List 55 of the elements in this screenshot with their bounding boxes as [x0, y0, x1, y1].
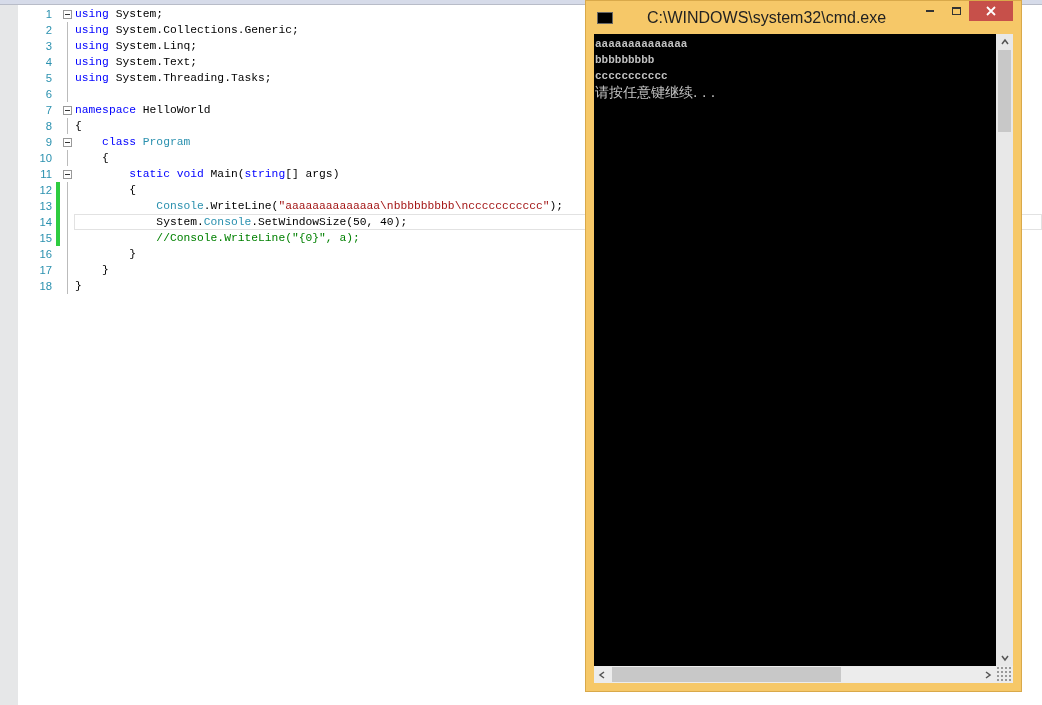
collapse-icon[interactable] [62, 137, 72, 147]
line-number: 8 [44, 118, 53, 134]
code-line: using System.Text; [75, 54, 198, 70]
line-number: 6 [44, 86, 53, 102]
line-number: 7 [44, 102, 53, 118]
close-button[interactable] [969, 1, 1013, 21]
line-number: 15 [38, 230, 53, 246]
code-line: Console.WriteLine("aaaaaaaaaaaaaa\nbbbbbbbbb\nccccccccccc"); [155, 198, 564, 214]
scroll-down-icon[interactable] [1000, 654, 1009, 662]
code-line: static void Main(string[] args) [128, 166, 340, 182]
line-number: 5 [44, 70, 53, 86]
code-line: using System; [75, 6, 164, 22]
line-number: 16 [38, 246, 53, 262]
line-number: 14 [38, 214, 53, 230]
line-number: 1 [44, 6, 53, 22]
vertical-scrollbar[interactable] [996, 34, 1013, 666]
scrollbar-thumb[interactable] [612, 667, 841, 682]
resize-grip-icon[interactable] [996, 666, 1013, 683]
code-line: namespace HelloWorld [75, 102, 211, 118]
scrollbar-thumb[interactable] [998, 50, 1011, 132]
code-line: class Program [101, 134, 191, 150]
line-number: 18 [38, 278, 53, 294]
code-line: } [75, 278, 82, 294]
line-number: 9 [44, 134, 53, 150]
window-title: C:\WINDOWS\system32\cmd.exe [647, 7, 887, 28]
code-line: System.Console.SetWindowSize(50, 40); [155, 214, 408, 230]
code-line: { [101, 150, 109, 166]
code-line: { [128, 182, 136, 198]
console-text: bbbbbbbbb [595, 53, 656, 68]
code-line: using System.Linq; [75, 38, 198, 54]
scroll-right-icon[interactable] [984, 670, 992, 679]
close-icon [986, 6, 996, 16]
line-number: 12 [38, 182, 53, 198]
line-number: 2 [44, 22, 53, 38]
code-line: } [101, 262, 109, 278]
scroll-left-icon[interactable] [598, 670, 606, 679]
console-text: ccccccccccc [595, 69, 669, 84]
collapse-icon[interactable] [62, 169, 72, 179]
line-number: 17 [38, 262, 53, 278]
code-line: { [75, 118, 82, 134]
console-text: aaaaaaaaaaaaaa [595, 37, 689, 52]
collapse-icon[interactable] [62, 105, 72, 115]
line-number: 11 [39, 166, 53, 182]
console-icon [597, 11, 613, 24]
code-line: //Console.WriteLine("{0}", a); [155, 230, 360, 246]
line-number: 13 [38, 198, 53, 214]
code-line: using System.Collections.Generic; [75, 22, 299, 38]
code-line: using System.Threading.Tasks; [75, 70, 272, 86]
line-number: 4 [44, 54, 53, 70]
collapse-icon[interactable] [62, 9, 72, 19]
line-number: 10 [38, 150, 53, 166]
line-number: 3 [44, 38, 53, 54]
scroll-up-icon[interactable] [1000, 38, 1009, 46]
console-text: 请按任意键继续. . . [595, 84, 717, 100]
code-line: } [128, 246, 136, 262]
